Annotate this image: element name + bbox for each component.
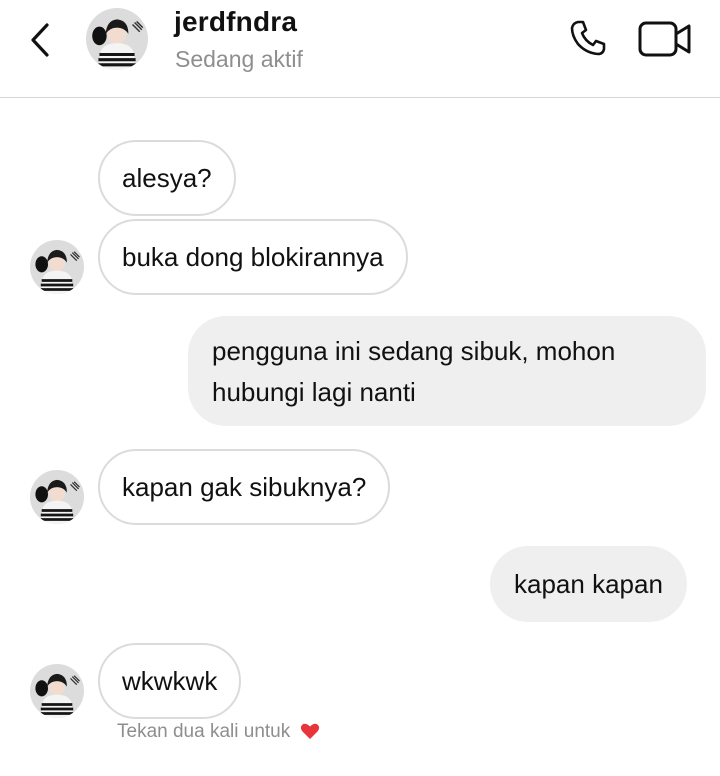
double-tap-hint: Tekan dua kali untuk <box>117 721 320 743</box>
sender-avatar[interactable] <box>30 240 84 294</box>
incoming-message[interactable]: wkwkwk <box>98 643 242 719</box>
sender-avatar[interactable] <box>30 470 84 524</box>
voice-call-button[interactable] <box>564 14 612 62</box>
sender-avatar[interactable] <box>30 664 84 718</box>
hint-text: Tekan dua kali untuk <box>117 721 291 742</box>
chat-screen: jerdfndra Sedang aktif alesya? buka dong… <box>0 0 720 776</box>
outgoing-message[interactable]: kapan kapan <box>490 546 687 622</box>
outgoing-message[interactable]: pengguna ini sedang sibuk, mohon hubungi… <box>188 316 706 426</box>
video-camera-icon <box>638 21 691 57</box>
incoming-message[interactable]: buka dong blokirannya <box>98 219 408 295</box>
active-status: Sedang aktif <box>175 46 303 72</box>
contact-username[interactable]: jerdfndra <box>174 6 297 38</box>
video-call-button[interactable] <box>636 16 694 62</box>
header-avatar[interactable] <box>86 8 148 70</box>
incoming-message[interactable]: kapan gak sibuknya? <box>98 449 391 525</box>
message-line: hubungi lagi nanti <box>212 377 416 407</box>
heart-icon <box>300 723 319 739</box>
phone-icon <box>570 20 606 56</box>
chat-header: jerdfndra Sedang aktif <box>0 0 720 98</box>
message-line: pengguna ini sedang sibuk, mohon <box>212 336 616 366</box>
incoming-message[interactable]: alesya? <box>98 140 236 216</box>
chevron-left-icon <box>31 23 49 57</box>
back-button[interactable] <box>20 18 60 62</box>
